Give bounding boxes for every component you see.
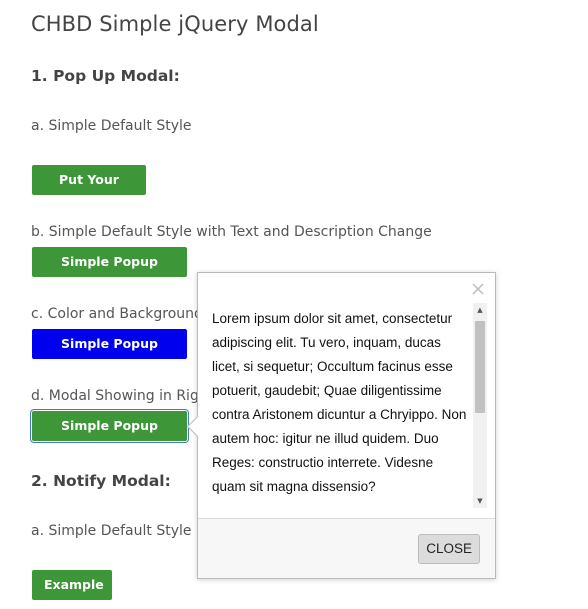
section-heading-popup: 1. Pop Up Modal:: [31, 67, 180, 85]
label-color-and-background: c. Color and Background: [31, 306, 203, 322]
modal-close-button[interactable]: CLOSE: [418, 534, 480, 564]
modal-body[interactable]: Lorem ipsum dolor sit amet, consectetur …: [198, 303, 495, 519]
scroll-up-arrow-icon[interactable]: ▲: [473, 303, 487, 317]
scroll-thumb[interactable]: [475, 321, 485, 413]
modal-scrollbar[interactable]: ▲ ▼: [473, 303, 487, 508]
popup-modal: Lorem ipsum dolor sit amet, consectetur …: [186, 272, 496, 579]
put-your-text-button[interactable]: Put Your Text: [32, 165, 146, 217]
label-text-description-change: b. Simple Default Style with Text and De…: [31, 224, 432, 240]
close-icon[interactable]: [470, 281, 486, 297]
simple-popup-modal-button-c[interactable]: Simple Popup Modal: [32, 329, 187, 381]
example-button[interactable]: Example: [32, 570, 112, 600]
simple-popup-modal-button-b[interactable]: Simple Popup Modal: [32, 247, 187, 299]
simple-popup-modal-button-d[interactable]: Simple Popup Modal: [32, 411, 187, 463]
scroll-down-arrow-icon[interactable]: ▼: [473, 494, 487, 508]
label-modal-showing-right: d. Modal Showing in Righ: [31, 388, 208, 404]
modal-footer: CLOSE: [198, 518, 495, 578]
label-notify-simple-default-style: a. Simple Default Style: [31, 523, 192, 539]
modal-body-text: Lorem ipsum dolor sit amet, consectetur …: [212, 311, 467, 494]
page-title: CHBD Simple jQuery Modal: [31, 12, 319, 36]
label-simple-default-style: a. Simple Default Style: [31, 118, 192, 134]
section-heading-notify: 2. Notify Modal:: [31, 472, 171, 490]
